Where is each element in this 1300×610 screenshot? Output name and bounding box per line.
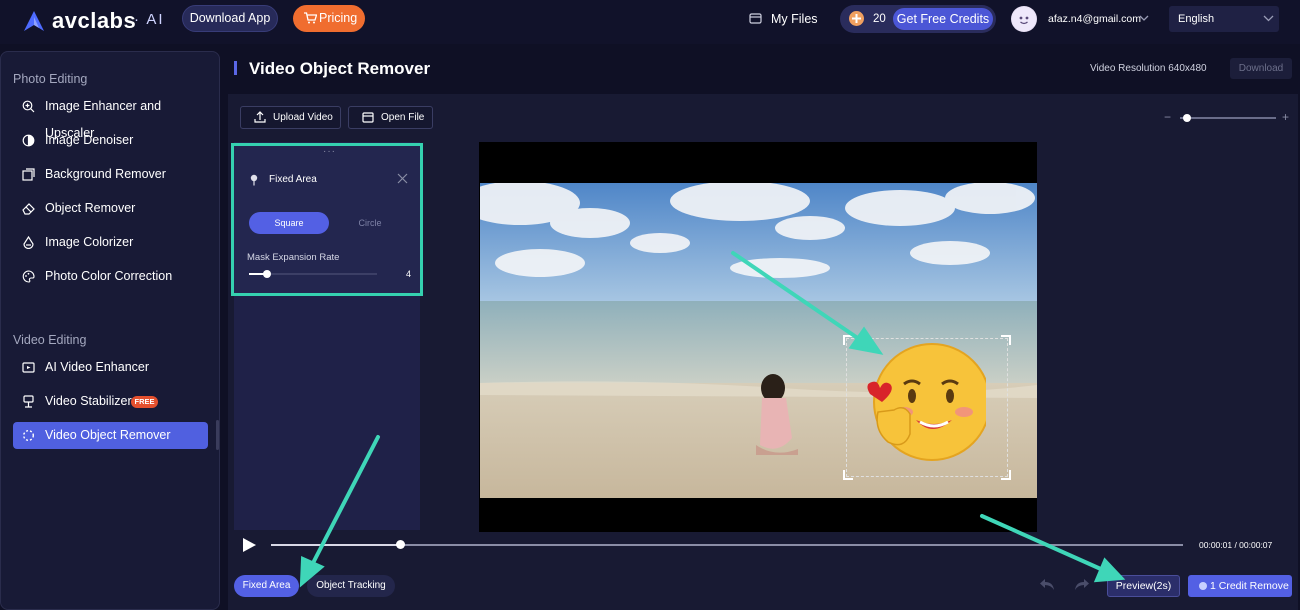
user-email[interactable]: afaz.n4@gmail.com (1048, 13, 1141, 25)
sidebar-item-label: AI Video Enhancer (45, 360, 150, 374)
page-title: Video Object Remover (249, 59, 431, 78)
video-resolution: Video Resolution 640x480 (1090, 63, 1207, 74)
zoom-slider[interactable] (1180, 117, 1276, 119)
close-icon[interactable] (397, 173, 408, 184)
sidebar-item-image-denoiser[interactable]: Image Denoiser (13, 127, 208, 154)
zoom-out-icon[interactable]: − (1164, 110, 1171, 124)
avclabs-logo-icon[interactable] (22, 9, 46, 33)
mask-expansion-value: 4 (406, 269, 412, 279)
upload-icon (254, 111, 266, 123)
spinner-icon (22, 429, 35, 442)
timeline-playhead[interactable] (396, 540, 405, 549)
shape-square-button[interactable]: Square (249, 212, 329, 234)
sidebar-item-label: Image Denoiser (45, 133, 134, 147)
upload-video-label: Upload Video (273, 112, 333, 123)
colorizer-icon (23, 236, 34, 249)
timeline-played (271, 544, 401, 546)
stabilizer-icon (23, 395, 34, 408)
eraser-icon (22, 203, 35, 215)
sidebar-item-label: Photo Color Correction (45, 269, 173, 283)
selection-handle-bottom-left[interactable] (843, 470, 853, 480)
sidebar-scrollbar[interactable] (216, 420, 219, 450)
sidebar-item-label: Video Stabilizer (45, 394, 132, 408)
timecode: 00:00:01 / 00:00:07 (1199, 540, 1273, 550)
download-app-button[interactable]: Download App (182, 5, 278, 32)
play-icon[interactable] (241, 537, 257, 553)
undo-icon[interactable] (1039, 578, 1055, 591)
redo-icon[interactable] (1074, 578, 1090, 591)
sidebar-item-ai-video-enhancer[interactable]: AI Video Enhancer (13, 354, 208, 381)
brand-suffix: · AI (134, 11, 165, 28)
sidebar-item-label: Image Colorizer (45, 235, 134, 249)
open-file-label: Open File (381, 112, 425, 123)
sidebar-item-object-remover[interactable]: Object Remover (13, 195, 208, 222)
sidebar-item-video-stabilizer[interactable]: Video Stabilizer (13, 388, 208, 415)
sidebar-item-image-colorizer[interactable]: Image Colorizer (13, 229, 208, 256)
chevron-down-icon[interactable] (1139, 14, 1149, 22)
timeline-track[interactable] (271, 544, 1183, 546)
tab-object-tracking[interactable]: Object Tracking (307, 575, 395, 597)
tab-fixed-area[interactable]: Fixed Area (234, 575, 299, 597)
sidebar-item-image-enhancer[interactable]: Image Enhancer and Upscaler (13, 93, 208, 140)
fixed-area-title: Fixed Area (269, 174, 317, 185)
credit-count: 20 (873, 13, 886, 25)
blowing-kiss-emoji-object (867, 343, 986, 461)
folder-icon (362, 112, 374, 123)
sidebar-item-label: Background Remover (45, 167, 166, 181)
drag-handle-icon[interactable]: ··· (323, 146, 336, 157)
preview-button[interactable]: Preview(2s) (1107, 575, 1180, 597)
shape-circle-button[interactable]: Circle (337, 212, 403, 234)
avatar[interactable] (1011, 6, 1037, 32)
selection-handle-top-left[interactable] (843, 335, 853, 345)
open-file-button[interactable]: Open File (348, 106, 433, 129)
zoom-slider-thumb[interactable] (1183, 114, 1191, 122)
sidebar-item-background-remover[interactable]: Background Remover (13, 161, 208, 188)
mask-expansion-label: Mask Expansion Rate (247, 252, 340, 263)
selection-handle-top-right[interactable] (1001, 335, 1011, 345)
brand-name[interactable]: avclabs (52, 8, 136, 34)
title-accent (234, 61, 237, 75)
my-files-link[interactable]: My Files (749, 12, 818, 26)
credit-dot-icon (1199, 582, 1207, 590)
sidebar-item-photo-color-correction[interactable]: Photo Color Correction (13, 263, 208, 290)
video-enhance-icon (22, 362, 35, 373)
zoom-icon (22, 100, 35, 113)
sidebar-item-label: Video Object Remover (45, 428, 171, 442)
sidebar-item-video-object-remover[interactable]: Video Object Remover (13, 422, 208, 449)
selection-handle-bottom-right[interactable] (1001, 470, 1011, 480)
get-free-credits-button[interactable]: Get Free Credits (893, 8, 993, 30)
denoise-icon (22, 134, 35, 147)
cart-icon (304, 12, 317, 24)
mask-expansion-thumb[interactable] (263, 270, 271, 278)
chevron-down-icon[interactable] (1263, 14, 1274, 22)
photo-editing-heading: Photo Editing (13, 72, 88, 86)
coin-icon (849, 11, 864, 26)
sidebar-item-label: Object Remover (45, 201, 136, 215)
video-editing-heading: Video Editing (13, 333, 87, 347)
free-badge: FREE (131, 396, 158, 408)
zoom-in-icon[interactable]: + (1282, 110, 1289, 124)
palette-icon (22, 270, 35, 283)
background-icon (22, 168, 35, 181)
pin-icon (250, 174, 258, 186)
download-button[interactable]: Download (1230, 58, 1292, 79)
